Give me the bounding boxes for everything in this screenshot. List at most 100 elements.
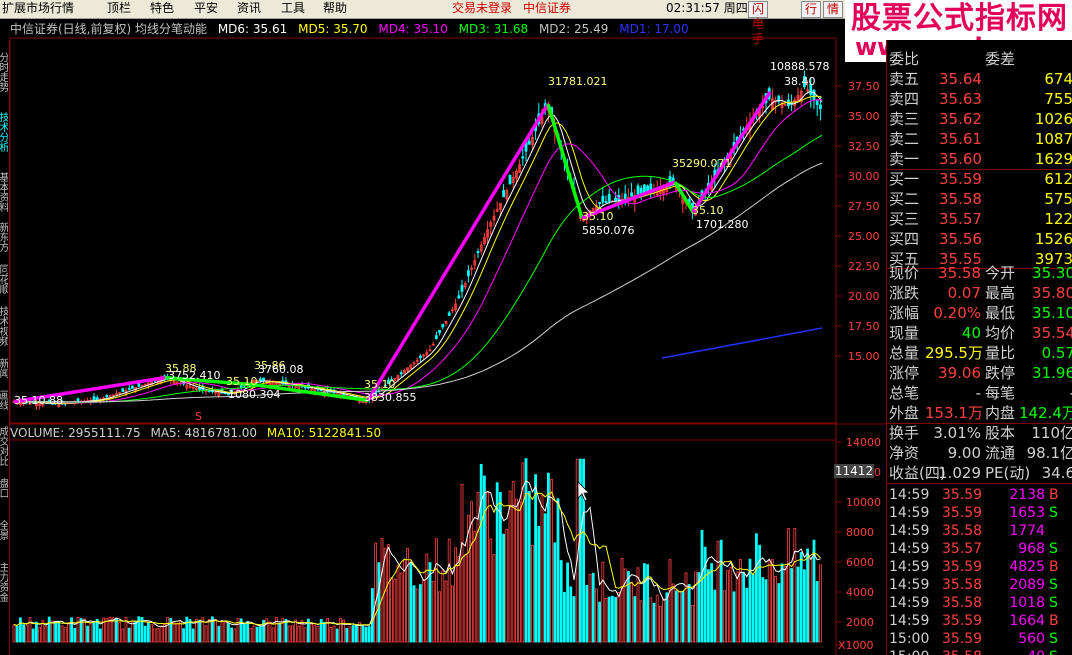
menu-pingan[interactable]: 平安 bbox=[194, 1, 218, 16]
tick-row: 14:59 35.58 2089 S bbox=[887, 576, 1072, 594]
left-tab-7[interactable]: 新闻 bbox=[0, 358, 8, 384]
volume-bar bbox=[89, 623, 93, 643]
volume-bar bbox=[505, 528, 509, 643]
flash-trade-button[interactable]: 闪电手 bbox=[748, 1, 769, 46]
trade-login-link[interactable]: 交易未登录 bbox=[452, 1, 512, 16]
volume-bar bbox=[166, 617, 170, 643]
volume-bar bbox=[671, 583, 675, 643]
left-tab-8[interactable]: 画线 bbox=[0, 390, 8, 416]
candle-body bbox=[598, 202, 601, 204]
volume-bar bbox=[86, 625, 89, 643]
stats-row: 涨停 39.06 跌停 31.96 bbox=[887, 364, 1072, 383]
stat-label-2: 跌停 bbox=[985, 364, 1016, 382]
bid-level-row[interactable]: 买三 35.57 122 bbox=[887, 210, 1072, 229]
price-axis-label: 30.00 bbox=[848, 170, 880, 183]
tick-row: 14:59 35.59 4825 B bbox=[887, 558, 1072, 576]
left-tab-12[interactable]: 主力资金 bbox=[0, 562, 8, 618]
volume-bar bbox=[489, 538, 493, 643]
level-volume: 122 bbox=[1044, 210, 1072, 228]
volume-bar bbox=[473, 531, 477, 643]
volume-bar bbox=[191, 628, 195, 643]
sell-marker: S bbox=[195, 410, 202, 423]
left-tab-2[interactable]: 技术分析 bbox=[0, 112, 8, 168]
volume-bar bbox=[687, 584, 691, 643]
volume-bar bbox=[681, 591, 685, 643]
stat-value: - bbox=[975, 384, 981, 402]
annotation-mid-high: 35290.071 bbox=[672, 157, 732, 170]
left-tab-9[interactable]: 成交对比 bbox=[0, 426, 8, 472]
left-tab-3[interactable]: 基本资料 bbox=[0, 172, 8, 218]
chart-canvas[interactable]: 37.50 35.00 32.50 30.00 27.50 25.00 22.50 20.00… bbox=[0, 0, 886, 655]
volume-bar bbox=[604, 598, 608, 643]
stat-label-2: 内盘 bbox=[985, 404, 1016, 422]
candle-body bbox=[258, 378, 262, 382]
left-tab-4[interactable]: 新东方 bbox=[0, 222, 8, 258]
watermark-title: 股票公式指标网 bbox=[851, 1, 1068, 36]
tick-price: 35.58 bbox=[942, 595, 983, 611]
price-axis-label: 20.00 bbox=[848, 290, 880, 303]
quote-qing-button[interactable]: 情 bbox=[823, 1, 844, 18]
volume-bar bbox=[258, 626, 262, 643]
bid-level-row[interactable]: 买四 35.56 1526 bbox=[887, 230, 1072, 249]
volume-bar bbox=[290, 625, 294, 643]
left-tab-11[interactable]: 全景 bbox=[0, 520, 8, 556]
ask-level-row[interactable]: 卖三 35.62 1026 bbox=[887, 110, 1072, 129]
volume-bar bbox=[399, 572, 403, 643]
stat-value: 1.029 bbox=[938, 464, 981, 482]
volume-bar bbox=[643, 563, 646, 643]
volume-bar bbox=[67, 622, 70, 643]
ma-line-md4 bbox=[14, 99, 823, 404]
ask-level-row[interactable]: 卖一 35.60 1629 bbox=[887, 150, 1072, 169]
ask-level-row[interactable]: 卖四 35.63 755 bbox=[887, 90, 1072, 109]
volume-bar bbox=[252, 625, 256, 643]
volume-bar bbox=[764, 579, 768, 643]
left-tab-10[interactable]: 盘口 bbox=[0, 478, 8, 514]
bid-level-row[interactable]: 买一 35.59 612 bbox=[887, 170, 1072, 189]
level-price: 35.62 bbox=[939, 110, 982, 128]
volume-bar bbox=[524, 458, 528, 643]
stat-value: 40 bbox=[961, 324, 981, 342]
left-tab-strip: 分时走势 技术分析 基本资料 新东方 同花顺 技术视频 新闻 画线 成交对比 盘… bbox=[0, 40, 10, 655]
menu-topbar[interactable]: 顶栏 bbox=[107, 1, 131, 16]
volume-bar bbox=[649, 597, 653, 643]
volume-bar bbox=[633, 596, 637, 643]
stat-value-2: 31.96 bbox=[1032, 364, 1072, 382]
menu-featured[interactable]: 特色 bbox=[150, 1, 174, 16]
volume-bar bbox=[572, 596, 576, 643]
stat-label-2: 最高 bbox=[985, 284, 1016, 302]
volume-bar bbox=[585, 584, 589, 643]
volume-bar bbox=[268, 621, 272, 643]
candle-body bbox=[508, 174, 512, 185]
left-tab-5[interactable]: 同花顺 bbox=[0, 264, 8, 300]
volume-bar bbox=[652, 602, 656, 643]
price-axis-label: 32.50 bbox=[848, 140, 880, 153]
stat-label: 总笔 bbox=[889, 384, 920, 402]
tick-price: 35.59 bbox=[942, 487, 983, 503]
quote-hang-button[interactable]: 行 bbox=[801, 1, 822, 18]
broker-link[interactable]: 中信证券 bbox=[523, 1, 571, 16]
volume-bar bbox=[121, 628, 125, 643]
tick-direction: B bbox=[1049, 559, 1059, 575]
menu-tools[interactable]: 工具 bbox=[281, 1, 305, 16]
level-volume: 575 bbox=[1044, 190, 1072, 208]
tick-price: 35.58 bbox=[942, 577, 983, 593]
menu-news[interactable]: 资讯 bbox=[237, 1, 261, 16]
volume-bar bbox=[611, 595, 614, 643]
bid-level-row[interactable]: 买二 35.58 575 bbox=[887, 190, 1072, 209]
menu-expand-market[interactable]: 扩展市场行情 bbox=[2, 1, 74, 16]
volume-bar bbox=[386, 544, 390, 643]
menu-help[interactable]: 帮助 bbox=[323, 1, 347, 16]
volume-bar bbox=[441, 570, 445, 643]
stat-value: 39.06 bbox=[938, 364, 981, 382]
volume-bar bbox=[130, 621, 134, 643]
tick-row: 14:59 35.59 1664 B bbox=[887, 612, 1072, 630]
volume-bar bbox=[803, 569, 806, 643]
volume-bar bbox=[57, 620, 61, 643]
volume-bar bbox=[249, 627, 253, 643]
left-tab-6[interactable]: 技术视频 bbox=[0, 306, 8, 352]
ask-level-row[interactable]: 卖五 35.64 674 bbox=[887, 70, 1072, 89]
tick-volume: 560 bbox=[1018, 631, 1045, 647]
left-tab-1[interactable]: 分时走势 bbox=[0, 52, 8, 108]
volume-axis-label: 10000 bbox=[846, 496, 881, 509]
ask-level-row[interactable]: 卖二 35.61 1087 bbox=[887, 130, 1072, 149]
